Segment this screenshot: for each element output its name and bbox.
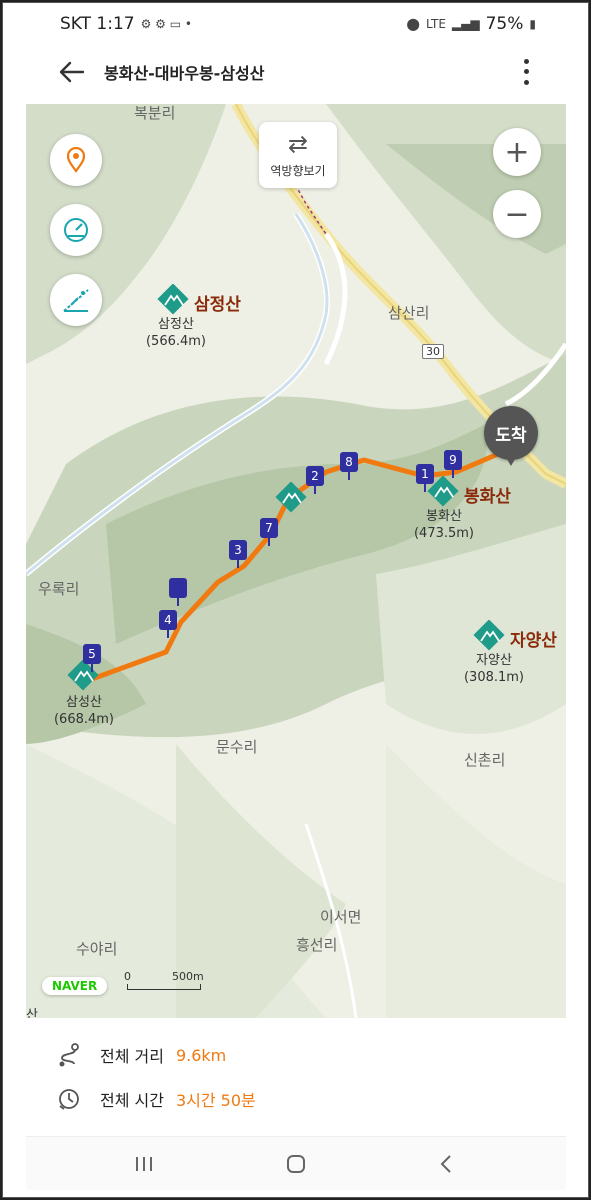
time-label: 전체 시간 [100,1091,164,1110]
distance-value: 9.6km [175,1045,227,1065]
home-button[interactable] [276,1149,316,1179]
scale-zero: 0 [124,970,131,983]
peak-name: 삼정산 [194,295,241,315]
waypoint-marker[interactable]: 3 [229,540,247,568]
back-button[interactable] [54,54,90,90]
notification-icons: ⚙ ⚙ ▭ • [140,17,192,31]
place-label: 우록리 [38,580,80,598]
waypoint-marker[interactable]: 8 [340,452,358,480]
battery-percent: 75% [485,14,524,34]
peak-label: 봉화산 (473.5m) [413,509,475,541]
distance-row: 전체 거리 9.6km [56,1042,226,1068]
zoom-out-button[interactable]: − [493,190,541,238]
place-label: 복분리 [134,104,176,122]
waypoint-marker-unlabeled[interactable] [169,578,187,606]
app-header: 봉화산-대바우봉-삼성산 [26,40,566,105]
more-options-button[interactable] [512,56,540,88]
distance-label: 전체 거리 [100,1047,164,1066]
waypoint-marker[interactable]: 2 [306,466,324,494]
back-nav-button[interactable] [426,1149,466,1179]
network-type: LTE [425,17,446,31]
signal-icon: ▂▄▆ [451,17,480,31]
place-label: 이서면 [320,908,362,926]
road-number-badge: 30 [422,344,444,359]
status-left: SKT 1:17 ⚙ ⚙ ▭ • [60,14,192,34]
location-pin-icon [66,147,86,173]
waypoint-marker[interactable]: 5 [83,644,101,672]
home-icon [287,1155,305,1173]
map-view[interactable]: ⇄ 역방향보기 + − 복분리 삼산리 우록리 문수리 신촌리 이서면 흥선리 … [26,104,566,1018]
waypoint-marker[interactable]: 1 [416,464,434,492]
chevron-left-icon [440,1155,451,1173]
place-label: 문수리 [216,738,258,756]
clock-icon [59,1089,79,1110]
mountain-icon [275,482,307,513]
swap-arrows-icon: ⇄ [287,129,309,158]
battery-icon: ▮ [529,17,536,31]
peak-name: 봉화산 [464,487,511,507]
location-icon: ⬤ [406,17,420,31]
time-value: 3시간 50분 [175,1091,256,1110]
mountain-icon [67,660,99,691]
mountain-icon [157,284,189,315]
time-row: 전체 시간 3시간 50분 [56,1086,256,1112]
system-nav-bar [26,1136,566,1190]
peak-label: 자양산 (308.1m) [463,653,525,685]
more-dot-icon [523,58,529,64]
status-right: ⬤ LTE ▂▄▆ 75% ▮ [407,14,536,34]
recent-apps-button[interactable] [124,1149,164,1179]
arrival-pin[interactable]: 도착 [484,406,538,466]
waypoint-marker[interactable]: 7 [260,518,278,546]
naver-logo: NAVER [42,977,108,995]
arrow-left-icon [59,61,85,83]
carrier-time: SKT 1:17 [60,14,135,34]
route-summary-panel: 전체 거리 9.6km 전체 시간 3시간 50분 [26,1018,566,1136]
place-label: 흥선리 [296,936,338,954]
waypoint-marker[interactable]: 4 [159,610,177,638]
map-background [26,104,566,1018]
elevation-icon [63,289,89,312]
mountain-icon [473,620,505,651]
peak-label: 삼정산 (566.4m) [145,317,207,349]
scale-bar [127,984,201,990]
reverse-direction-button[interactable]: ⇄ 역방향보기 [259,122,337,188]
place-label: 삼산리 [388,304,430,322]
scale-distance: 500m [172,970,204,983]
waypoint-marker[interactable]: 9 [444,450,462,478]
peak-name: 자양산 [510,631,557,651]
status-bar: SKT 1:17 ⚙ ⚙ ▭ • ⬤ LTE ▂▄▆ 75% ▮ [26,10,566,40]
reverse-direction-label: 역방향보기 [270,163,326,178]
speed-gauge-button[interactable] [50,204,102,256]
elevation-profile-button[interactable] [50,274,102,326]
phone-screen: SKT 1:17 ⚙ ⚙ ▭ • ⬤ LTE ▂▄▆ 75% ▮ 봉화산-대바우… [26,10,566,1190]
place-label: 신촌리 [464,751,506,769]
recent-apps-icon [136,1157,152,1171]
peak-label: 삼성산 (668.4m) [53,695,115,727]
more-dot-icon [523,69,529,75]
route-distance-icon [59,1043,79,1067]
more-dot-icon [523,80,529,86]
gauge-icon [64,218,88,242]
place-label: 수야리 [76,940,118,958]
zoom-in-button[interactable]: + [493,128,541,176]
my-location-button[interactable] [50,134,102,186]
page-title: 봉화산-대바우봉-삼성산 [104,64,265,83]
place-label-partial: 산 [26,1008,38,1018]
